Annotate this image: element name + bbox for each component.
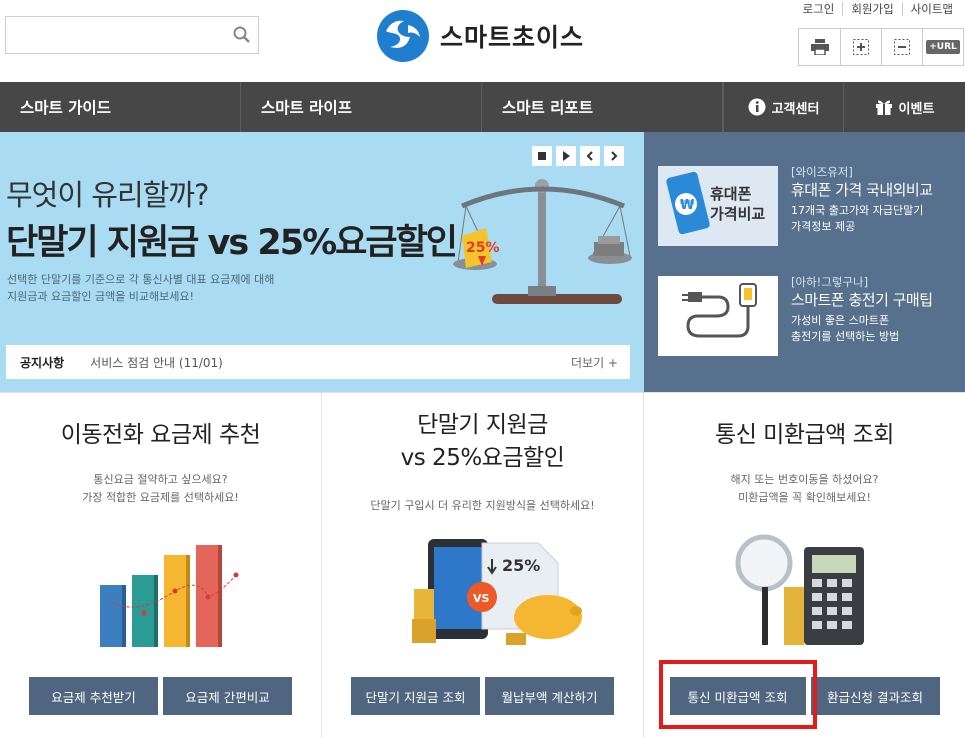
section-title: 이동전화 요금제 추천 [60,422,261,448]
side-card-desc-line1: 가성비 좋은 스마트폰 [791,314,890,327]
signup-link[interactable]: 회원가입 [842,2,901,16]
nav-smart-report[interactable]: 스마트 리포트 [482,82,723,132]
play-icon [563,151,570,161]
bar-chart-illustration [100,545,239,647]
plan-recommend-button[interactable]: 요금제 추천받기 [29,677,158,715]
search-icon[interactable] [232,25,252,45]
banner-title-line1: 무엇이 유리할까? [6,178,209,212]
print-button[interactable] [799,29,840,65]
nav-customer-center-label: 고객센터 [771,101,820,117]
section-desc: 단말기 구입시 더 유리한 지원방식을 선택하세요! [370,499,595,512]
section-desc-line2: 미환급액을 꼭 확인해보세요! [738,491,871,504]
image-label-line2: 가격비교 [710,205,766,223]
login-link[interactable]: 로그인 [795,2,843,16]
logo-text: 스마트초이스 [440,23,585,52]
side-card-image-phone: ₩ 휴대폰 가격비교 [658,166,778,246]
zoom-out-button[interactable] [881,29,922,65]
section-desc: 해지 또는 번호이동을 하셨어요? 미환급액을 꼭 확인해보세요! [644,471,965,507]
side-card-title: 스마트폰 충전기 구매팁 [791,291,933,309]
prev-icon [586,151,593,161]
url-copy-icon: +URL [926,40,960,54]
subsidy-lookup-button[interactable]: 단말기 지원금 조회 [351,677,480,715]
banner-play-button[interactable] [556,146,576,166]
side-card-desc-line2: 충전기를 선택하는 방법 [791,330,900,343]
banner-desc-line2: 지원금과 요금할인 금액을 비교해보세요! [7,290,194,303]
notice-label: 공지사항 [20,355,65,370]
nav-smart-guide[interactable]: 스마트 가이드 [0,82,241,132]
nav-event-label: 이벤트 [898,101,935,117]
section-desc-line1: 해지 또는 번호이동을 하셨어요? [730,473,879,486]
balance-scale-illustration: 25% [453,179,632,304]
image-label-line1: 휴대폰 [710,185,752,203]
zoom-out-icon [894,39,910,55]
section-desc-line1: 통신요금 절약하고 싶으세요? [93,473,228,486]
banner-title-line2: 단말기 지원금 vs 25%요금할인 [6,223,458,263]
side-card-desc: 17개국 출고가와 자급단말기 가격정보 제공 [791,203,923,235]
side-panel: ₩ 휴대폰 가격비교 [와이즈유저] 휴대폰 가격 국내외비교 17개국 출고가… [644,132,965,392]
banner-stop-button[interactable] [532,146,552,166]
side-card-image-label: 휴대폰 가격비교 [710,184,765,224]
print-icon [810,39,829,55]
search-box [5,16,259,54]
url-copy-button[interactable]: +URL [922,29,963,65]
phone-vs-savings-illustration: 25% VS [412,539,582,645]
section-title-line2: vs 25%요금할인 [400,445,565,471]
notice-more-link[interactable]: 더보기 + [571,354,618,371]
tool-buttons: +URL [798,28,964,66]
nav-smart-life[interactable]: 스마트 라이프 [241,82,482,132]
notice-bar: 공지사항 서비스 점검 안내 (11/01) 더보기 + [6,345,630,379]
section-desc: 통신요금 절약하고 싶으세요? 가장 적합한 요금제를 선택하세요! [0,471,321,507]
notice-text[interactable]: 서비스 점검 안내 (11/01) [90,354,223,371]
stop-icon [538,152,546,160]
section-title: 단말기 지원금 vs 25%요금할인 [322,409,643,475]
section-desc-line2: 가장 적합한 요금제를 선택하세요! [82,491,239,504]
side-card-desc: 가성비 좋은 스마트폰 충전기를 선택하는 방법 [791,313,899,345]
charger-icon [682,283,757,338]
banner-description: 선택한 단말기를 기준으로 각 통신사별 대표 요금제에 대해 지원금과 요금할… [7,271,307,305]
sitemap-link[interactable]: 사이트맵 [901,2,961,16]
main-banner[interactable]: 무엇이 유리할까? 단말기 지원금 vs 25%요금할인 선택한 단말기를 기준… [0,132,644,392]
banner-controls [532,146,624,166]
calculator-magnifier-illustration [735,534,864,645]
section-title: 통신 미환급액 조회 [715,422,894,448]
doc-percent-text: 25% [502,556,540,575]
banner-next-button[interactable] [604,146,624,166]
vs-badge: VS [473,592,490,605]
nav-customer-center[interactable]: 고객센터 [723,82,844,132]
zoom-in-icon [853,39,869,55]
banner-desc-line1: 선택한 단말기를 기준으로 각 통신사별 대표 요금제에 대해 [7,273,275,286]
info-icon [748,98,766,116]
side-card-tag: [아하!그렇구나] [791,275,869,289]
side-card-tag: [와이즈유저] [791,165,853,179]
side-card-title: 휴대폰 가격 국내외비교 [791,181,933,199]
svg-text:₩: ₩ [680,198,695,213]
subsidy-vs-discount-section: 단말기 지원금 vs 25%요금할인 단말기 구입시 더 유리한 지원방식을 선… [322,392,644,738]
refund-lookup-button[interactable]: 통신 미환급액 조회 [669,677,806,715]
gift-icon [875,98,893,116]
refund-lookup-section: 통신 미환급액 조회 해지 또는 번호이동을 하셨어요? 미환급액을 꼭 확인해… [644,392,965,738]
zoom-in-button[interactable] [840,29,881,65]
side-card-desc-line1: 17개국 출고가와 자급단말기 [791,204,924,217]
plan-recommend-section: 이동전화 요금제 추천 통신요금 절약하고 싶으세요? 가장 적합한 요금제를 … [0,392,322,738]
site-logo[interactable]: 스마트초이스 [374,8,599,64]
search-input[interactable] [6,17,226,53]
refund-result-button[interactable]: 환급신청 결과조회 [810,677,940,715]
side-card-phone-price[interactable]: ₩ 휴대폰 가격비교 [와이즈유저] 휴대폰 가격 국내외비교 17개국 출고가… [658,165,958,248]
section-title-line1: 단말기 지원금 [417,412,548,438]
side-card-image-charger [658,276,778,356]
logo-icon [377,10,429,62]
banner-prev-button[interactable] [580,146,600,166]
plan-compare-button[interactable]: 요금제 간편비교 [163,677,292,715]
scale-badge: 25% [466,240,500,256]
utility-links: 로그인 회원가입 사이트맵 [795,2,961,16]
main-nav: 스마트 가이드 스마트 라이프 스마트 리포트 고객센터 이벤트 [0,82,965,132]
next-icon [611,151,618,161]
section-buttons: 통신 미환급액 조회 환급신청 결과조회 [644,677,965,715]
side-card-charger[interactable]: [아하!그렇구나] 스마트폰 충전기 구매팁 가성비 좋은 스마트폰 충전기를 … [658,275,958,358]
section-buttons: 단말기 지원금 조회 월납부액 계산하기 [322,677,643,715]
side-card-desc-line2: 가격정보 제공 [791,220,856,233]
nav-event[interactable]: 이벤트 [844,82,965,132]
monthly-payment-button[interactable]: 월납부액 계산하기 [485,677,614,715]
section-buttons: 요금제 추천받기 요금제 간편비교 [0,677,321,715]
